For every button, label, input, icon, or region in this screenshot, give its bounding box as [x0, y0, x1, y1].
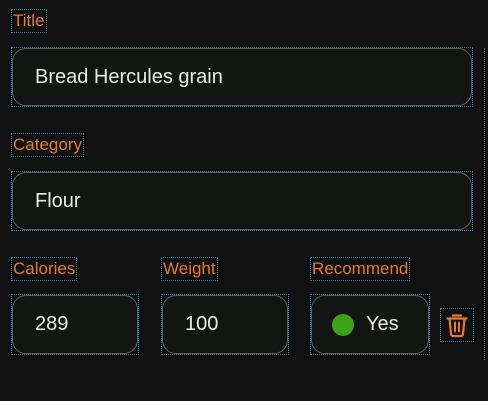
- category-value: Flour: [35, 189, 81, 212]
- recommend-field-wrap: Yes: [310, 294, 430, 355]
- recommend-toggle[interactable]: Yes: [311, 295, 429, 354]
- green-dot-icon: [332, 313, 354, 336]
- category-field-wrap: Flour: [11, 171, 473, 231]
- calories-label: Calories: [10, 257, 78, 281]
- title-field[interactable]: Bread Hercules grain: [12, 48, 472, 106]
- title-field-wrap: Bread Hercules grain: [11, 47, 473, 107]
- delete-button[interactable]: [440, 308, 474, 342]
- trash-icon: [446, 314, 468, 338]
- weight-field-wrap: 100: [161, 294, 289, 355]
- calories-field[interactable]: 289: [12, 295, 138, 354]
- category-field[interactable]: Flour: [12, 172, 472, 230]
- recommend-value: Yes: [366, 313, 399, 335]
- calories-value: 289: [35, 313, 69, 335]
- title-label: Title: [11, 9, 47, 33]
- calories-field-wrap: 289: [11, 294, 139, 355]
- edit-food-form: Title Bread Hercules grain Category Flou…: [0, 0, 488, 401]
- scrollbar-edge: [484, 48, 486, 360]
- category-label: Category: [11, 133, 84, 157]
- title-value: Bread Hercules grain: [35, 65, 223, 88]
- weight-value: 100: [185, 313, 219, 335]
- recommend-label: Recommend: [309, 257, 411, 281]
- weight-field[interactable]: 100: [162, 295, 288, 354]
- weight-label: Weight: [161, 257, 218, 281]
